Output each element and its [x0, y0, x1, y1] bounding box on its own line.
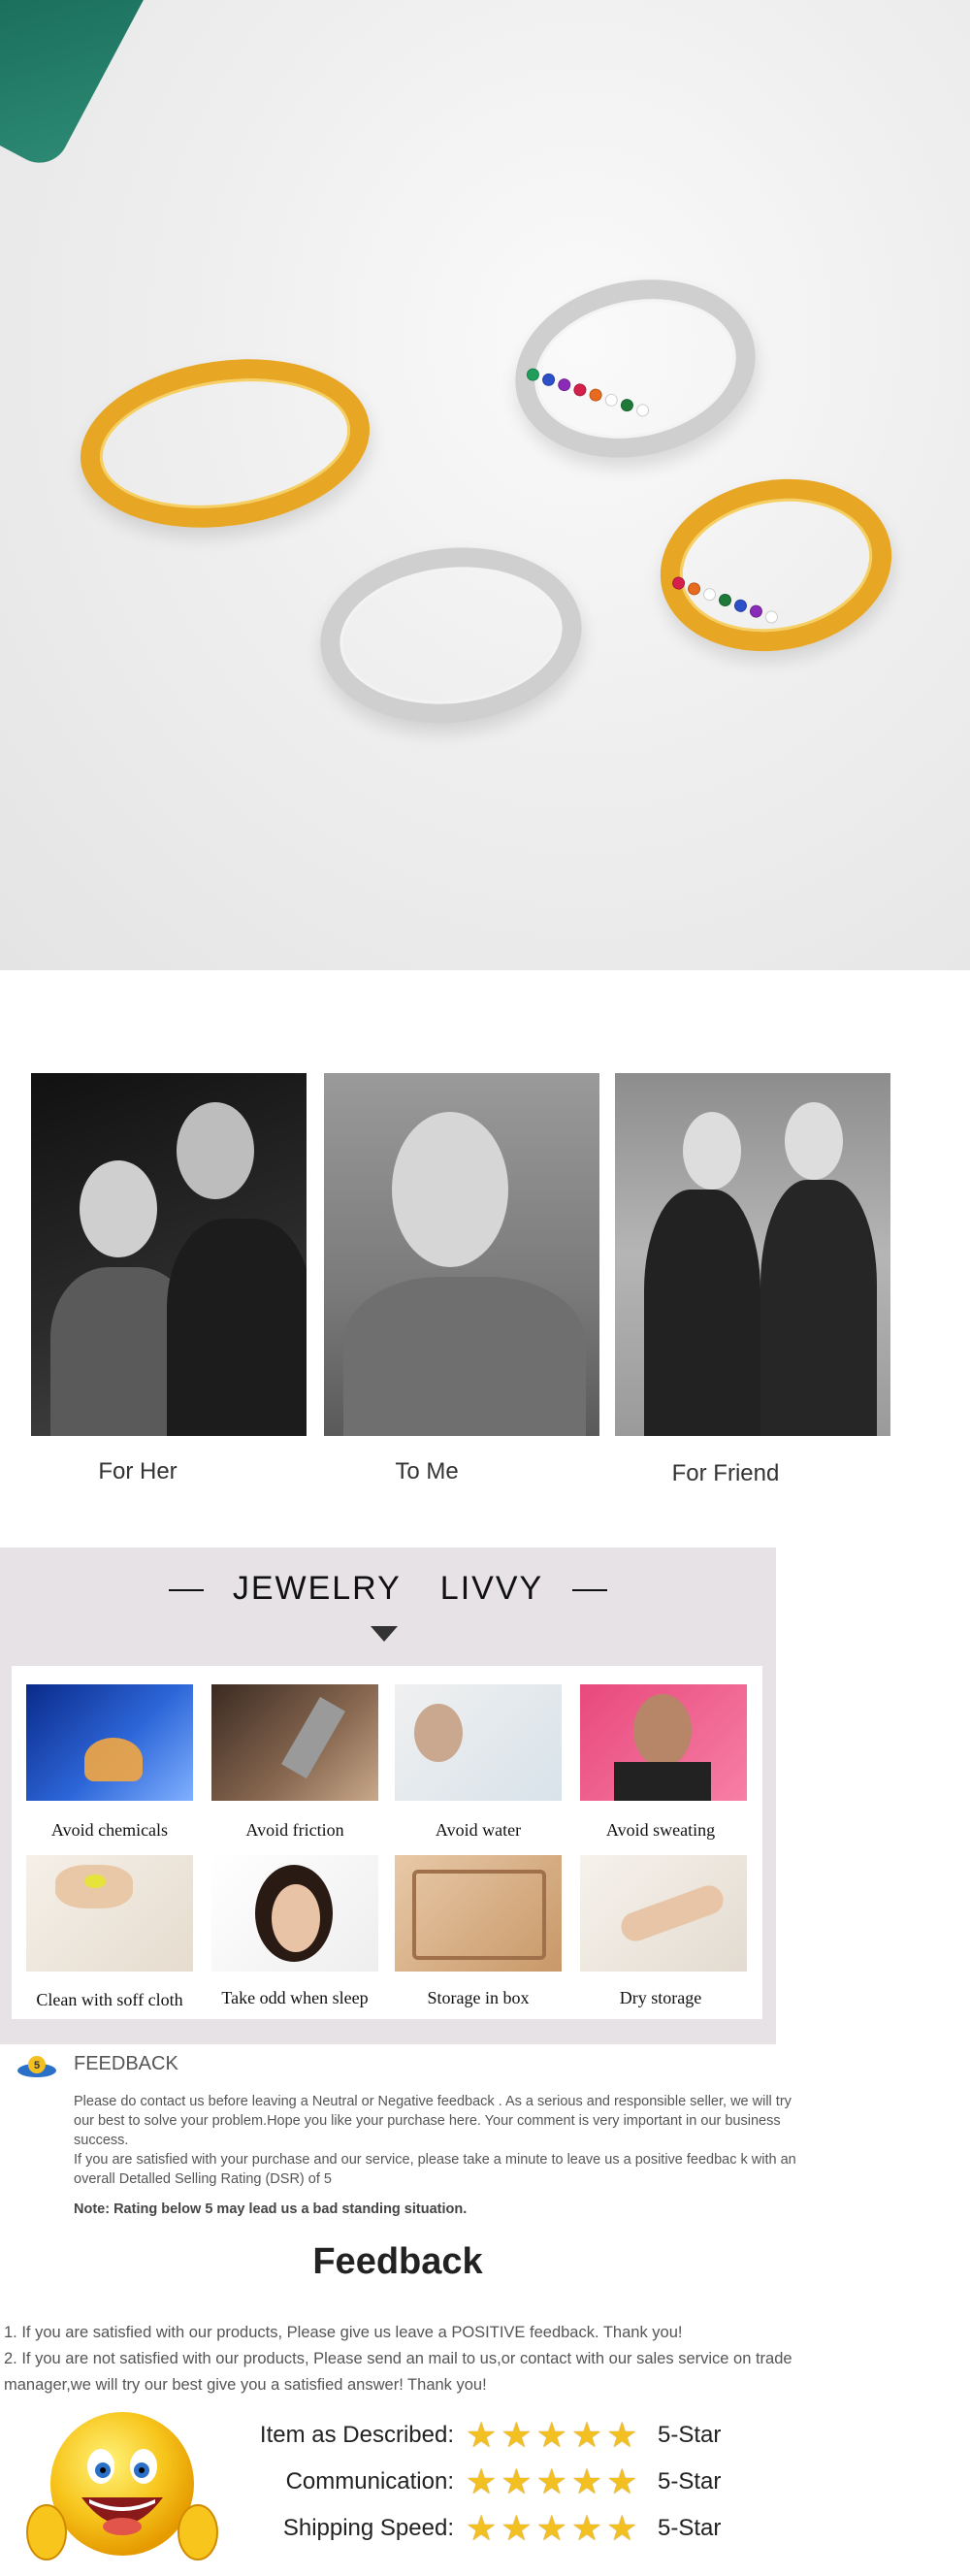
tip-label-avoid-chemicals: Avoid chemicals: [50, 1820, 169, 1840]
rating-value-shipping: 5-Star: [658, 2515, 722, 2541]
star-icon: ★: [535, 2462, 567, 2501]
star-icon: ★: [501, 2462, 533, 2501]
star-icon: ★: [606, 2462, 638, 2501]
star-icon: ★: [535, 2415, 567, 2455]
star-icon: ★: [466, 2462, 498, 2501]
grinder-icon: [211, 1684, 378, 1801]
occasion-photo-for-her: [31, 1073, 307, 1436]
feedback-title: FEEDBACK: [74, 2053, 178, 2074]
rating-label-communication: Communication:: [285, 2468, 454, 2494]
tip-label-dry-storage: Dry storage: [619, 1988, 702, 2007]
star-icon: ★: [606, 2508, 638, 2548]
cloth-icon: [26, 1855, 193, 1972]
star-icon: ★: [501, 2415, 533, 2455]
sweat-icon: [580, 1684, 747, 1801]
star-icon: ★: [466, 2508, 498, 2548]
rating-stars-shipping: ★ ★ ★ ★ ★: [466, 2511, 637, 2546]
green-cloth: [0, 0, 161, 174]
star-icon: ★: [466, 2415, 498, 2455]
sleep-icon: [211, 1855, 378, 1972]
triangle-down-icon: [371, 1626, 398, 1642]
feedback-paragraph-1: Please do contact us before leaving a Ne…: [74, 2094, 792, 2148]
jewelry-box-icon: [395, 1855, 562, 1972]
brand-title: JEWELRY LIVVY: [0, 1570, 776, 1608]
star-icon: ★: [570, 2415, 603, 2455]
tip-label-avoid-friction: Avoid friction: [245, 1820, 344, 1840]
feedback-line-2: 2. If you are not satisfied with our pro…: [4, 2350, 792, 2394]
gold-hoop-earring-open: [69, 341, 381, 546]
occasion-photo-for-friend: [615, 1073, 890, 1436]
dry-hand-icon: [580, 1855, 747, 1972]
occasion-photo-to-me: [324, 1073, 599, 1436]
brand-left: JEWELRY: [232, 1570, 402, 1607]
star-icon: ★: [570, 2462, 603, 2501]
feedback-logo-icon: 5: [16, 2055, 58, 2078]
silver-hoop-earring-rainbow: [499, 257, 772, 480]
occasion-label-to-me: To Me: [395, 1458, 459, 1484]
rating-label-shipping: Shipping Speed:: [282, 2515, 454, 2541]
feedback-logo-text: 5: [34, 2060, 40, 2071]
feedback-paragraph-2: If you are satisfied with your purchase …: [74, 2152, 796, 2187]
tip-label-avoid-water: Avoid water: [435, 1820, 522, 1840]
feedback-note: Note: Rating below 5 may lead us a bad s…: [74, 2201, 468, 2217]
feedback-heading: Feedback: [312, 2241, 483, 2282]
brand-right: LIVVY: [439, 1570, 544, 1607]
gold-hoop-earring-rainbow: [646, 461, 906, 669]
product-photo: [0, 0, 970, 970]
thumbs-up-smiley-icon: [25, 2406, 219, 2571]
rating-label-item: Item as Described:: [259, 2422, 454, 2448]
feedback-line-1: 1. If you are satisfied with our product…: [4, 2324, 683, 2341]
tip-label-sleep: Take odd when sleep: [221, 1988, 369, 2007]
star-icon: ★: [501, 2508, 533, 2548]
silver-hoop-earring-plain: [311, 535, 591, 736]
lab-flask-icon: [26, 1684, 193, 1801]
tip-label-clean-cloth: Clean with soff cloth: [36, 1990, 183, 2009]
occasion-label-for-her: For Her: [98, 1458, 178, 1484]
rating-value-communication: 5-Star: [658, 2468, 722, 2494]
rating-stars-communication: ★ ★ ★ ★ ★: [466, 2464, 637, 2499]
water-splash-icon: [395, 1684, 562, 1801]
star-icon: ★: [606, 2415, 638, 2455]
star-icon: ★: [535, 2508, 567, 2548]
tip-label-storage-box: Storage in box: [427, 1988, 530, 2007]
tip-label-avoid-sweating: Avoid sweating: [605, 1820, 716, 1840]
rating-value-item: 5-Star: [658, 2422, 722, 2448]
rating-stars-item: ★ ★ ★ ★ ★: [466, 2418, 637, 2453]
star-icon: ★: [570, 2508, 603, 2548]
occasion-label-for-friend: For Friend: [671, 1460, 780, 1486]
